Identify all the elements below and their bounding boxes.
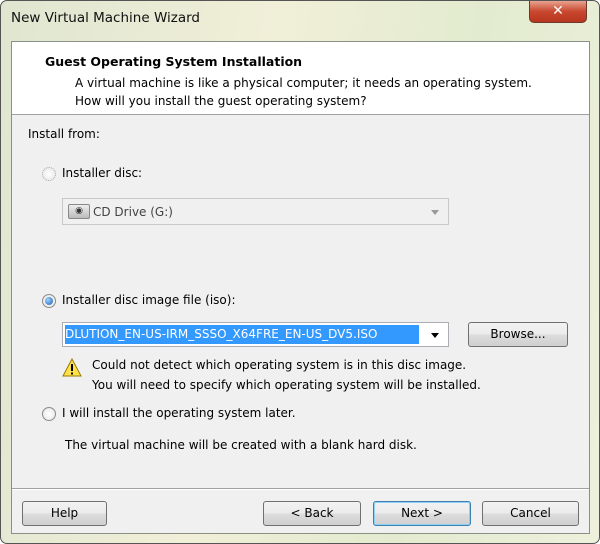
browse-button[interactable]: Browse... xyxy=(468,322,568,347)
iso-radio[interactable] xyxy=(42,294,56,308)
warning-icon xyxy=(62,358,82,377)
client-area: Guest Operating System Installation A vi… xyxy=(11,41,590,534)
cancel-button[interactable]: Cancel xyxy=(482,501,579,526)
iso-label: Installer disc image file (iso): xyxy=(62,293,236,307)
page-description: A virtual machine is like a physical com… xyxy=(75,76,532,108)
iso-path-input[interactable]: DLUTION_EN-US-IRM_SSSO_X64FRE_EN-US_DV5.… xyxy=(65,325,419,344)
install-later-radio[interactable] xyxy=(42,407,56,421)
iso-path-combo[interactable]: DLUTION_EN-US-IRM_SSSO_X64FRE_EN-US_DV5.… xyxy=(62,322,449,347)
cd-drive-icon: ◉ xyxy=(68,204,90,219)
back-button[interactable]: < Back xyxy=(263,501,361,526)
next-button[interactable]: Next > xyxy=(373,501,471,526)
cd-drive-select[interactable]: ◉ CD Drive (G:) xyxy=(62,198,449,225)
help-button[interactable]: Help xyxy=(22,501,107,526)
chevron-down-icon xyxy=(431,210,439,215)
cd-drive-value: CD Drive (G:) xyxy=(93,205,173,219)
install-from-label: Install from: xyxy=(28,127,100,141)
separator xyxy=(12,488,589,490)
window-title: New Virtual Machine Wizard xyxy=(11,10,200,26)
page-title: Guest Operating System Installation xyxy=(45,54,303,69)
chevron-down-icon[interactable] xyxy=(431,333,439,338)
close-button[interactable]: ✕ xyxy=(529,1,587,23)
wizard-window: New Virtual Machine Wizard ✕ Guest Opera… xyxy=(0,0,600,544)
install-later-label: I will install the operating system late… xyxy=(62,406,296,420)
wizard-header: Guest Operating System Installation A vi… xyxy=(12,42,589,115)
installer-disc-label: Installer disc: xyxy=(62,166,143,180)
close-icon: ✕ xyxy=(552,3,564,19)
install-later-note: The virtual machine will be created with… xyxy=(65,438,417,452)
installer-disc-radio[interactable] xyxy=(42,167,56,181)
warning-line-1: Could not detect which operating system … xyxy=(92,358,467,372)
warning-line-2: You will need to specify which operating… xyxy=(92,378,481,392)
